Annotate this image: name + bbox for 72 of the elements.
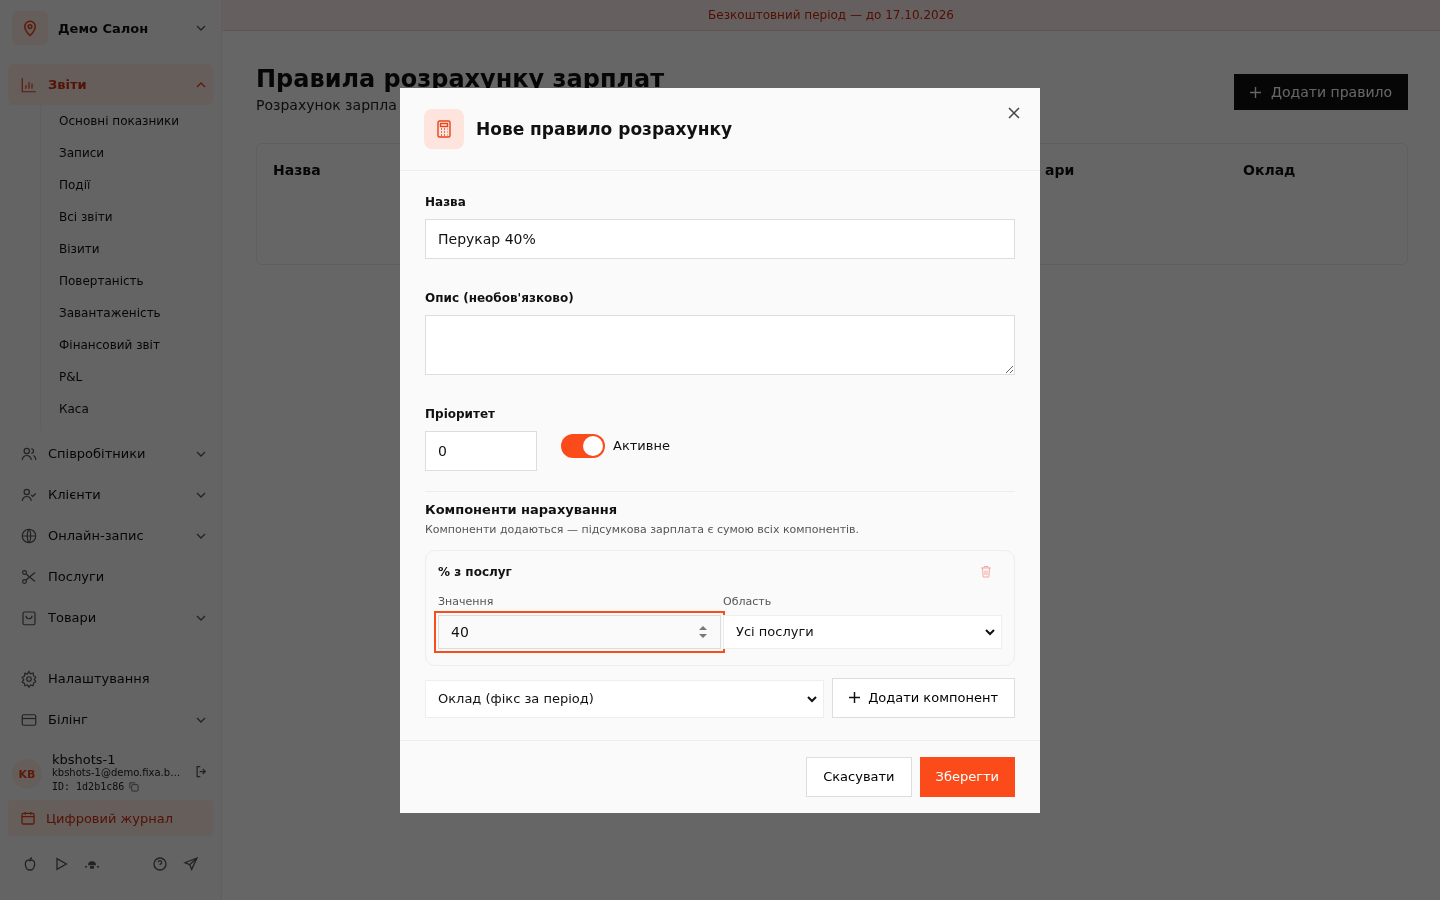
scope-select[interactable]: Усі послуги <box>723 614 1002 649</box>
apple-icon[interactable] <box>22 856 38 872</box>
plus-icon <box>849 692 861 703</box>
component-type-select[interactable]: Оклад (фікс за період) <box>425 679 825 718</box>
copy-icon[interactable] <box>128 781 140 792</box>
nav-item[interactable]: Звіти <box>8 64 213 105</box>
nav-subitem[interactable]: Події <box>41 169 213 201</box>
page-subtitle: Розрахунок зарпла <box>256 97 398 113</box>
dialog-title: Нове правило розрахунку <box>476 118 733 139</box>
field-label: Назва <box>425 194 467 209</box>
nav-item[interactable]: Онлайн-запис <box>8 515 213 556</box>
nav-subitem[interactable]: Фінансовий звіт <box>41 329 213 361</box>
active-toggle[interactable] <box>561 433 605 458</box>
column-header: Оклад <box>1243 162 1296 178</box>
cancel-button[interactable]: Скасувати <box>806 756 912 797</box>
help-icon[interactable] <box>152 856 168 872</box>
nav-item[interactable]: Налаштування <box>8 658 213 699</box>
name-field[interactable]: Перукар 40% <box>425 218 1015 259</box>
nav-subitem[interactable]: Повертаність <box>41 265 213 297</box>
component-title: % з послуг <box>438 564 512 579</box>
bag-icon <box>20 608 38 627</box>
user-avatar: KB <box>12 759 42 789</box>
nav-item[interactable]: Співробітники <box>8 433 213 474</box>
nav-subitem[interactable]: Каса <box>41 393 213 425</box>
send-icon[interactable] <box>183 856 199 872</box>
globe-icon <box>20 526 38 545</box>
field-label: Область <box>723 594 773 608</box>
field-label: Пріоритет <box>425 406 497 421</box>
add-component-button[interactable]: Додати компонент <box>832 677 1015 718</box>
nav-subitem[interactable]: P&L <box>41 361 213 393</box>
plus-icon <box>1250 86 1262 98</box>
toggle-label: Активне <box>613 438 670 453</box>
salon-name[interactable]: Демо Салон <box>58 20 185 36</box>
journal-button[interactable]: Цифровий журнал <box>8 800 213 836</box>
user-id: ID: 1d2b1c86 <box>52 781 125 792</box>
field-label: Значення <box>438 594 495 608</box>
calculator-icon <box>424 108 464 149</box>
section-title: Компоненти нарахування <box>425 501 619 517</box>
close-icon[interactable] <box>1008 106 1020 119</box>
nav-subitem[interactable]: Записи <box>41 137 213 169</box>
nav-subitem[interactable]: Візити <box>41 233 213 265</box>
calendar-icon <box>20 810 36 826</box>
nav-item[interactable]: Клієнти <box>8 474 213 515</box>
user-name: kbshots-1 <box>52 752 117 767</box>
column-header: ари <box>1045 162 1075 178</box>
nav-subitem[interactable]: Основні показники <box>41 105 213 137</box>
field-label: Опис (необов'язково) <box>425 290 575 305</box>
save-button[interactable]: Зберегти <box>919 756 1015 797</box>
nav-subitem[interactable]: Всі звіти <box>41 201 213 233</box>
nav-item[interactable]: Послуги <box>8 556 213 597</box>
trial-text: Безкоштовний період — до 17.10.2026 <box>708 8 954 22</box>
chevron-down-icon <box>985 626 995 637</box>
play-icon[interactable] <box>53 856 69 872</box>
bar-chart-icon <box>20 75 38 94</box>
logout-icon[interactable] <box>194 764 209 779</box>
nav-item[interactable]: Товари <box>8 597 213 638</box>
column-header: Назва <box>273 162 321 178</box>
trash-icon[interactable] <box>980 565 992 578</box>
spinner-icon[interactable] <box>698 624 708 639</box>
location-pin-icon <box>12 11 48 45</box>
page-title: Правила розрахунку зарплат <box>256 65 665 93</box>
nav-subitem[interactable]: Завантаженість <box>41 297 213 329</box>
nav-item[interactable]: Білінг <box>8 699 213 740</box>
value-field[interactable]: 40 <box>434 610 725 653</box>
gear-icon <box>20 669 38 688</box>
add-rule-button[interactable]: Додати правило <box>1234 74 1408 110</box>
chevron-down-icon <box>807 693 818 704</box>
description-field[interactable] <box>425 314 1015 375</box>
scissors-icon <box>20 567 38 586</box>
priority-field[interactable]: 0 <box>425 430 537 471</box>
section-hint: Компоненти додаються — підсумкова зарплата є сумою всіх компонентів. <box>425 522 861 536</box>
user-email: kbshots-1@demo.fixa.b… <box>52 767 182 778</box>
